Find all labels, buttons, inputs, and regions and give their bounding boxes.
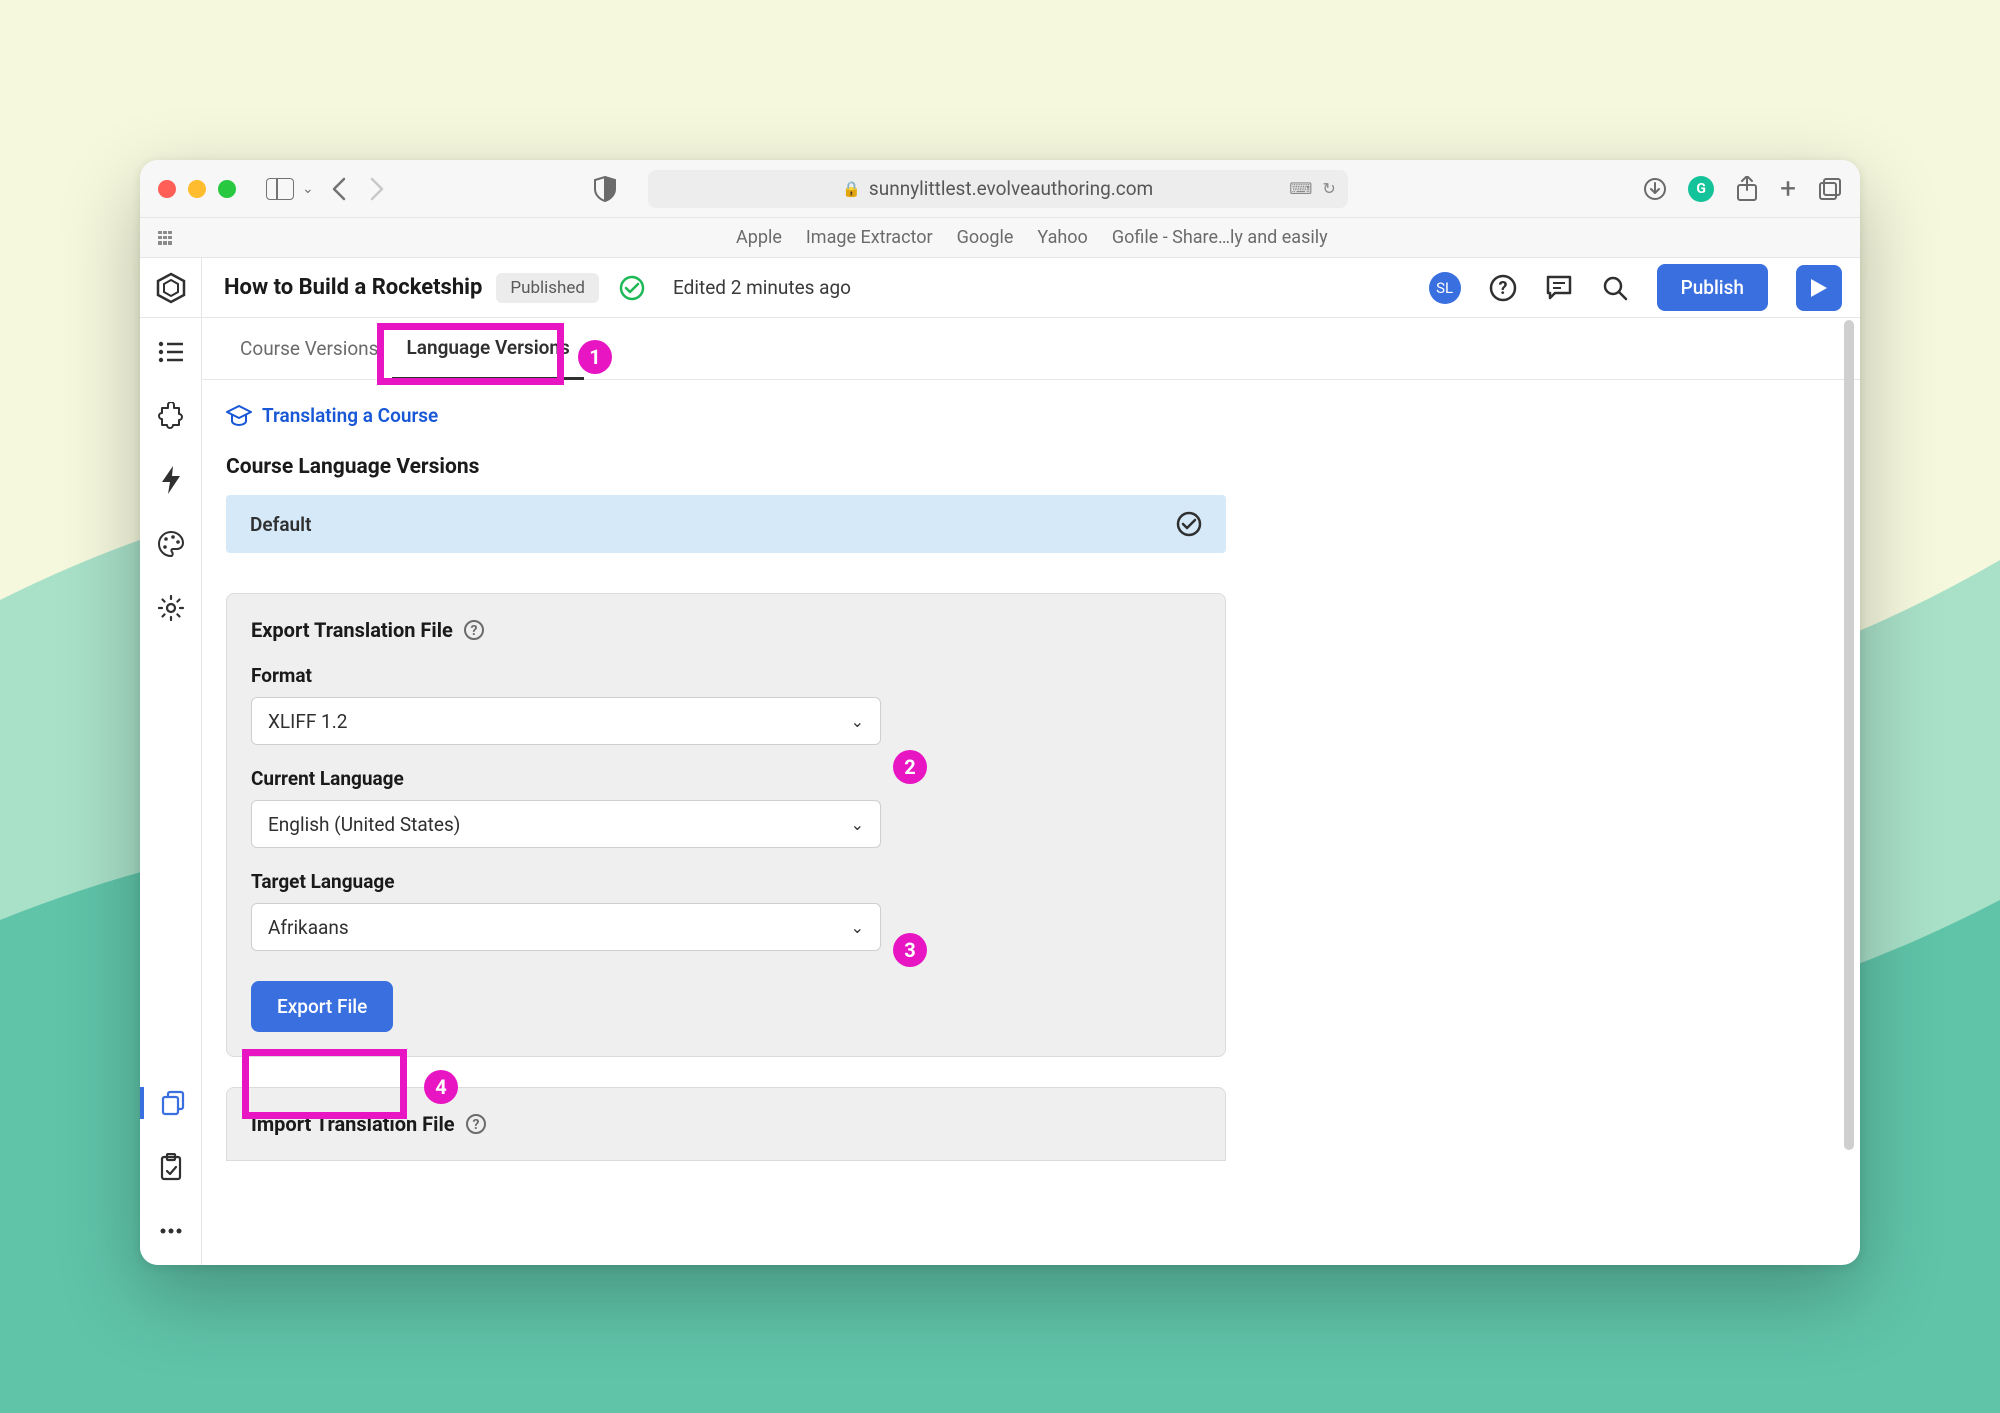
graduation-cap-icon [226,405,252,427]
format-label: Format [251,664,1201,687]
rail-extension-icon[interactable] [155,400,187,432]
search-icon[interactable] [1601,274,1629,302]
downloads-icon[interactable] [1644,178,1666,200]
svg-text:?: ? [472,1117,479,1133]
lock-icon: 🔒 [842,180,861,198]
rail-more-icon[interactable] [155,1215,187,1247]
current-language-label: Current Language [251,767,1201,790]
section-heading: Course Language Versions [226,455,1836,479]
import-panel-title: Import Translation File [251,1112,455,1136]
rail-outline-icon[interactable] [155,336,187,368]
export-translation-panel: Export Translation File ? Format XLIFF 1… [226,593,1226,1057]
rail-bolt-icon[interactable] [155,464,187,496]
format-select[interactable]: XLIFF 1.2 ⌄ [251,697,881,745]
target-language-label: Target Language [251,870,1201,893]
import-translation-panel: Import Translation File ? [226,1087,1226,1161]
status-badge: Published [496,273,599,303]
course-title: How to Build a Rocketship [224,275,482,300]
window-controls [158,180,236,198]
current-language-select[interactable]: English (United States) ⌄ [251,800,881,848]
browser-chrome-toolbar: ⌄ 🔒 sunnylittlest.evolveauthoring.com ⌨ … [140,160,1860,218]
translating-course-link[interactable]: Translating a Course [226,404,1836,427]
current-language-value: English (United States) [268,813,460,836]
bookmarks-bar: Apple Image Extractor Google Yahoo Gofil… [140,218,1860,258]
privacy-shield-icon[interactable] [594,176,616,202]
tab-language-versions[interactable]: Language Versions [392,318,583,380]
help-hint-icon[interactable]: ? [463,619,485,641]
app-logo-icon[interactable] [155,272,187,304]
left-rail [140,318,202,1265]
chevron-down-icon: ⌄ [851,712,864,731]
check-circle-icon [1176,511,1202,537]
export-file-button[interactable]: Export File [251,981,393,1032]
translate-icon[interactable]: ⌨ [1289,179,1312,198]
app-body: Course Versions Language Versions Transl… [140,318,1860,1265]
svg-text:?: ? [1498,278,1507,299]
nav-forward-button[interactable] [364,175,390,203]
chevron-down-icon: ⌄ [851,918,864,937]
url-text: sunnylittlest.evolveauthoring.com [869,177,1153,200]
rail-gear-icon[interactable] [155,592,187,624]
minimize-window-button[interactable] [188,180,206,198]
chevron-down-icon[interactable]: ⌄ [302,181,314,197]
bookmark-yahoo[interactable]: Yahoo [1037,227,1087,248]
bookmark-gofile[interactable]: Gofile - Share…ly and easily [1112,227,1328,248]
rail-clipboard-icon[interactable] [155,1151,187,1183]
bookmark-apple[interactable]: Apple [736,227,782,248]
content-scroll: Translating a Course Course Language Ver… [202,380,1860,1265]
sidebar-toggle-icon[interactable] [266,178,294,200]
target-language-value: Afrikaans [268,916,349,939]
app-header: How to Build a Rocketship Published Edit… [140,258,1860,318]
browser-window: ⌄ 🔒 sunnylittlest.evolveauthoring.com ⌨ … [140,160,1860,1265]
user-avatar[interactable]: SL [1429,272,1461,304]
svg-text:?: ? [470,623,477,639]
main-content: Course Versions Language Versions Transl… [202,318,1860,1265]
share-icon[interactable] [1736,176,1758,202]
translating-course-link-label: Translating a Course [262,404,438,427]
default-language-row[interactable]: Default [226,495,1226,553]
saved-check-icon [619,275,645,301]
format-select-value: XLIFF 1.2 [268,710,347,733]
bookmark-google[interactable]: Google [957,227,1014,248]
fullscreen-window-button[interactable] [218,180,236,198]
tab-course-versions[interactable]: Course Versions [226,319,392,378]
default-language-label: Default [250,513,311,536]
grammarly-extension-icon[interactable]: G [1688,176,1714,202]
export-panel-title: Export Translation File [251,618,453,642]
close-window-button[interactable] [158,180,176,198]
app-logo-container [140,258,202,317]
edited-timestamp: Edited 2 minutes ago [673,276,851,299]
publish-button[interactable]: Publish [1657,264,1768,311]
rail-copy-icon[interactable] [140,1087,202,1119]
help-icon[interactable]: ? [1489,274,1517,302]
apps-grid-icon[interactable] [158,231,172,245]
nav-back-button[interactable] [326,175,352,203]
target-language-select[interactable]: Afrikaans ⌄ [251,903,881,951]
tabs-row: Course Versions Language Versions [202,318,1860,380]
help-hint-icon[interactable]: ? [465,1113,487,1135]
address-bar[interactable]: 🔒 sunnylittlest.evolveauthoring.com ⌨ ↻ [648,170,1348,208]
chevron-down-icon: ⌄ [851,815,864,834]
tabs-overview-icon[interactable] [1818,177,1842,201]
bookmark-image-extractor[interactable]: Image Extractor [806,227,933,248]
scrollbar-thumb[interactable] [1844,320,1854,1150]
comments-icon[interactable] [1545,274,1573,302]
preview-play-button[interactable] [1796,265,1842,311]
reload-icon[interactable]: ↻ [1322,179,1335,198]
new-tab-icon[interactable]: + [1780,172,1796,205]
rail-palette-icon[interactable] [155,528,187,560]
